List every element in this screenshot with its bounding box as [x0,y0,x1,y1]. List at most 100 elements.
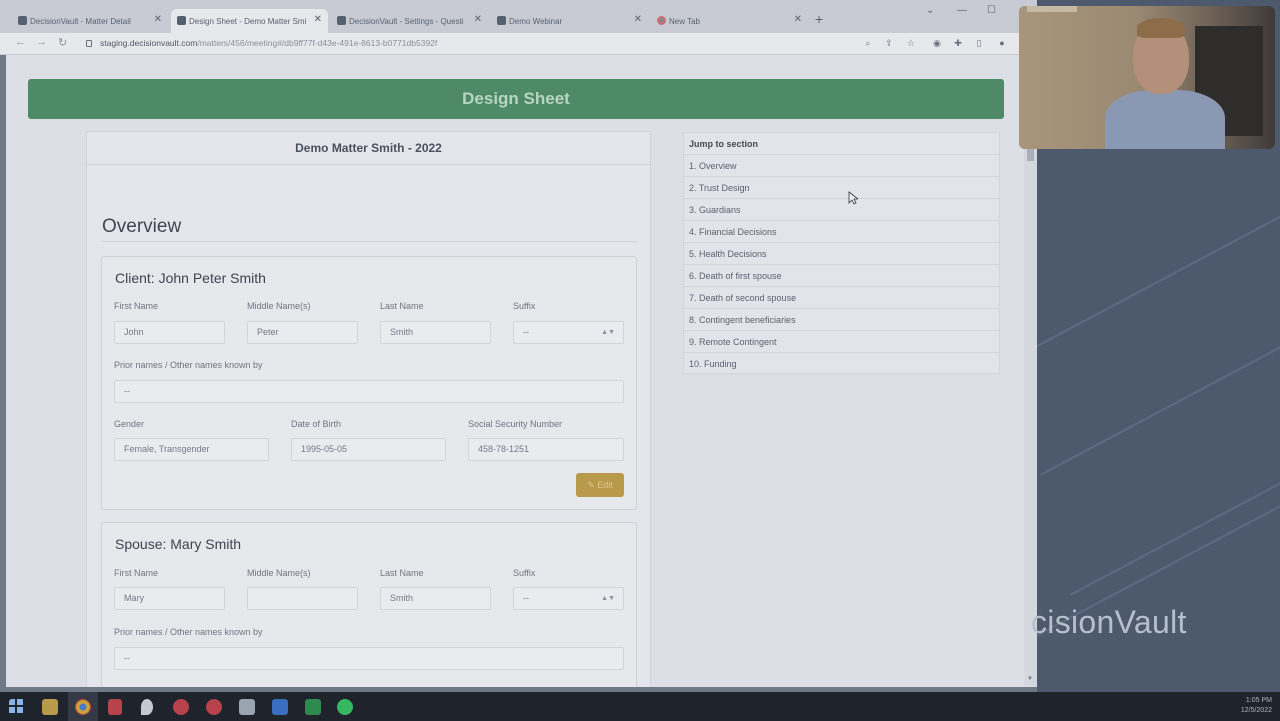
gender-label: Gender [114,419,145,429]
jump-item-contingent-beneficiaries[interactable]: 8. Contingent beneficiaries [684,309,999,331]
middle-name-field[interactable] [247,587,358,610]
app-icon[interactable] [108,699,122,715]
close-tab-icon[interactable]: ✕ [314,14,322,25]
section-title: Overview [102,216,182,237]
decisionvault-favicon-icon [497,16,506,25]
web-page: Design Sheet Demo Matter Smith - 2022 Ov… [6,55,1037,687]
close-tab-icon[interactable]: ✕ [794,14,802,25]
close-tab-icon[interactable]: ✕ [154,14,162,25]
jump-item-funding[interactable]: 10. Funding [684,353,999,375]
droplet-app-icon[interactable] [141,699,153,715]
suffix-value: -- [523,593,529,603]
client-panel: Client: John Peter Smith First Name Midd… [101,256,637,510]
jump-item-guardians[interactable]: 3. Guardians [684,199,999,221]
windows-taskbar: 1:05 PM 12/5/2022 [0,692,1280,721]
chrome-icon[interactable] [75,699,91,715]
suffix-select[interactable]: -- ▲▼ [513,587,624,610]
ssn-label: Social Security Number [468,419,563,429]
url-path: /matters/456/meeting#/db9ff77f-d43e-491e… [197,38,438,48]
jump-item-financial-decisions[interactable]: 4. Financial Decisions [684,221,999,243]
close-tab-icon[interactable]: ✕ [474,14,482,25]
client-heading: Client: John Peter Smith [115,270,266,286]
jump-item-trust-design[interactable]: 2. Trust Design [684,177,999,199]
share-icon[interactable]: ⇪ [883,37,895,49]
new-tab-plus-icon[interactable]: + [815,11,823,27]
dob-label: Date of Birth [291,419,342,429]
ssn-field[interactable]: 458-78-1251 [468,438,624,461]
side-panel-icon[interactable]: ▯ [973,37,985,49]
prior-names-label: Prior names / Other names known by [114,360,263,370]
page-scrollbar[interactable]: ▲ ▼ [1024,56,1037,686]
last-name-label: Last Name [380,301,424,311]
bookmark-star-icon[interactable]: ☆ [905,37,917,49]
dob-field[interactable]: 1995-05-05 [291,438,446,461]
browser-tab[interactable]: New Tab ✕ [651,9,808,33]
minimize-icon[interactable]: — [957,5,967,16]
page-banner: Design Sheet [28,79,1004,119]
browser-tab[interactable]: DecisionVault - Matter Detail ✕ [12,9,168,33]
system-clock[interactable]: 1:05 PM 12/5/2022 [1241,696,1272,716]
select-arrows-icon: ▲▼ [601,595,615,602]
browser-tab-active[interactable]: Design Sheet - Demo Matter Smi ✕ [171,9,328,33]
gender-field[interactable]: Female, Transgender [114,438,269,461]
word-icon[interactable] [272,699,288,715]
extensions-puzzle-icon[interactable]: ✚ [952,37,964,49]
jump-to-section-panel: Jump to section 1. Overview 2. Trust Des… [683,132,1000,374]
prior-names-field[interactable]: -- [114,647,624,670]
address-bar[interactable]: staging.decisionvault.com/matters/456/me… [78,35,858,52]
first-name-field[interactable]: Mary [114,587,225,610]
last-name-field[interactable]: Smith [380,321,491,344]
forward-arrow-icon[interactable]: → [36,36,47,48]
brand-logo-text: cisionVault [1031,604,1187,640]
app-icon[interactable] [206,699,222,715]
close-tab-icon[interactable]: ✕ [634,14,642,25]
jump-heading: Jump to section [684,133,999,155]
recorder-app-icon[interactable] [173,699,189,715]
tab-search-chevron-icon[interactable]: ⌄ [926,5,934,16]
suffix-label: Suffix [513,301,536,311]
middle-name-label: Middle Name(s) [247,568,311,578]
jump-item-death-first-spouse[interactable]: 6. Death of first spouse [684,265,999,287]
password-manager-icon[interactable]: ◉ [931,37,943,49]
last-name-label: Last Name [380,568,424,578]
jump-item-health-decisions[interactable]: 5. Health Decisions [684,243,999,265]
reload-icon[interactable]: ↻ [58,36,67,49]
middle-name-field[interactable]: Peter [247,321,358,344]
file-explorer-icon[interactable] [42,699,58,715]
zoom-icon[interactable]: ⌕ [862,37,874,49]
prior-names-field[interactable]: -- [114,380,624,403]
browser-toolbar: ← → ↻ staging.decisionvault.com/matters/… [0,33,1037,55]
suffix-value: -- [523,327,529,337]
url-host: staging.decisionvault.com [100,38,198,48]
scroll-down-icon[interactable]: ▼ [1027,676,1033,682]
webcam-overlay [1019,6,1275,149]
first-name-label: First Name [114,568,159,578]
jump-item-remote-contingent[interactable]: 9. Remote Contingent [684,331,999,353]
tab-title: DecisionVault - Settings - Questi [349,16,464,26]
app-icon[interactable] [239,699,255,715]
webcam-person-hair [1137,18,1185,38]
scrollbar-thumb[interactable] [1027,149,1034,161]
excel-icon[interactable] [305,699,321,715]
new-tab-favicon-icon [657,16,666,25]
jump-item-overview[interactable]: 1. Overview [684,155,999,177]
matter-title: Demo Matter Smith - 2022 [87,132,650,165]
decisionvault-favicon-icon [177,16,186,25]
last-name-field[interactable]: Smith [380,587,491,610]
jump-item-death-second-spouse[interactable]: 7. Death of second spouse [684,287,999,309]
middle-name-label: Middle Name(s) [247,301,311,311]
maximize-icon[interactable]: ☐ [987,5,996,16]
windows-start-icon[interactable] [9,699,25,715]
first-name-field[interactable]: John [114,321,225,344]
edit-button[interactable]: ✎ Edit [576,473,624,497]
suffix-select[interactable]: -- ▲▼ [513,321,624,344]
browser-tab[interactable]: Demo Webinar ✕ [491,9,648,33]
profile-avatar-icon[interactable]: ● [996,37,1008,49]
back-arrow-icon[interactable]: ← [15,36,26,48]
webcam-light [1027,6,1077,12]
browser-tab[interactable]: DecisionVault - Settings - Questi ✕ [331,9,488,33]
spouse-heading: Spouse: Mary Smith [115,536,242,552]
spotify-icon[interactable] [337,699,353,715]
clock-date: 12/5/2022 [1240,707,1272,714]
decisionvault-favicon-icon [18,16,27,25]
